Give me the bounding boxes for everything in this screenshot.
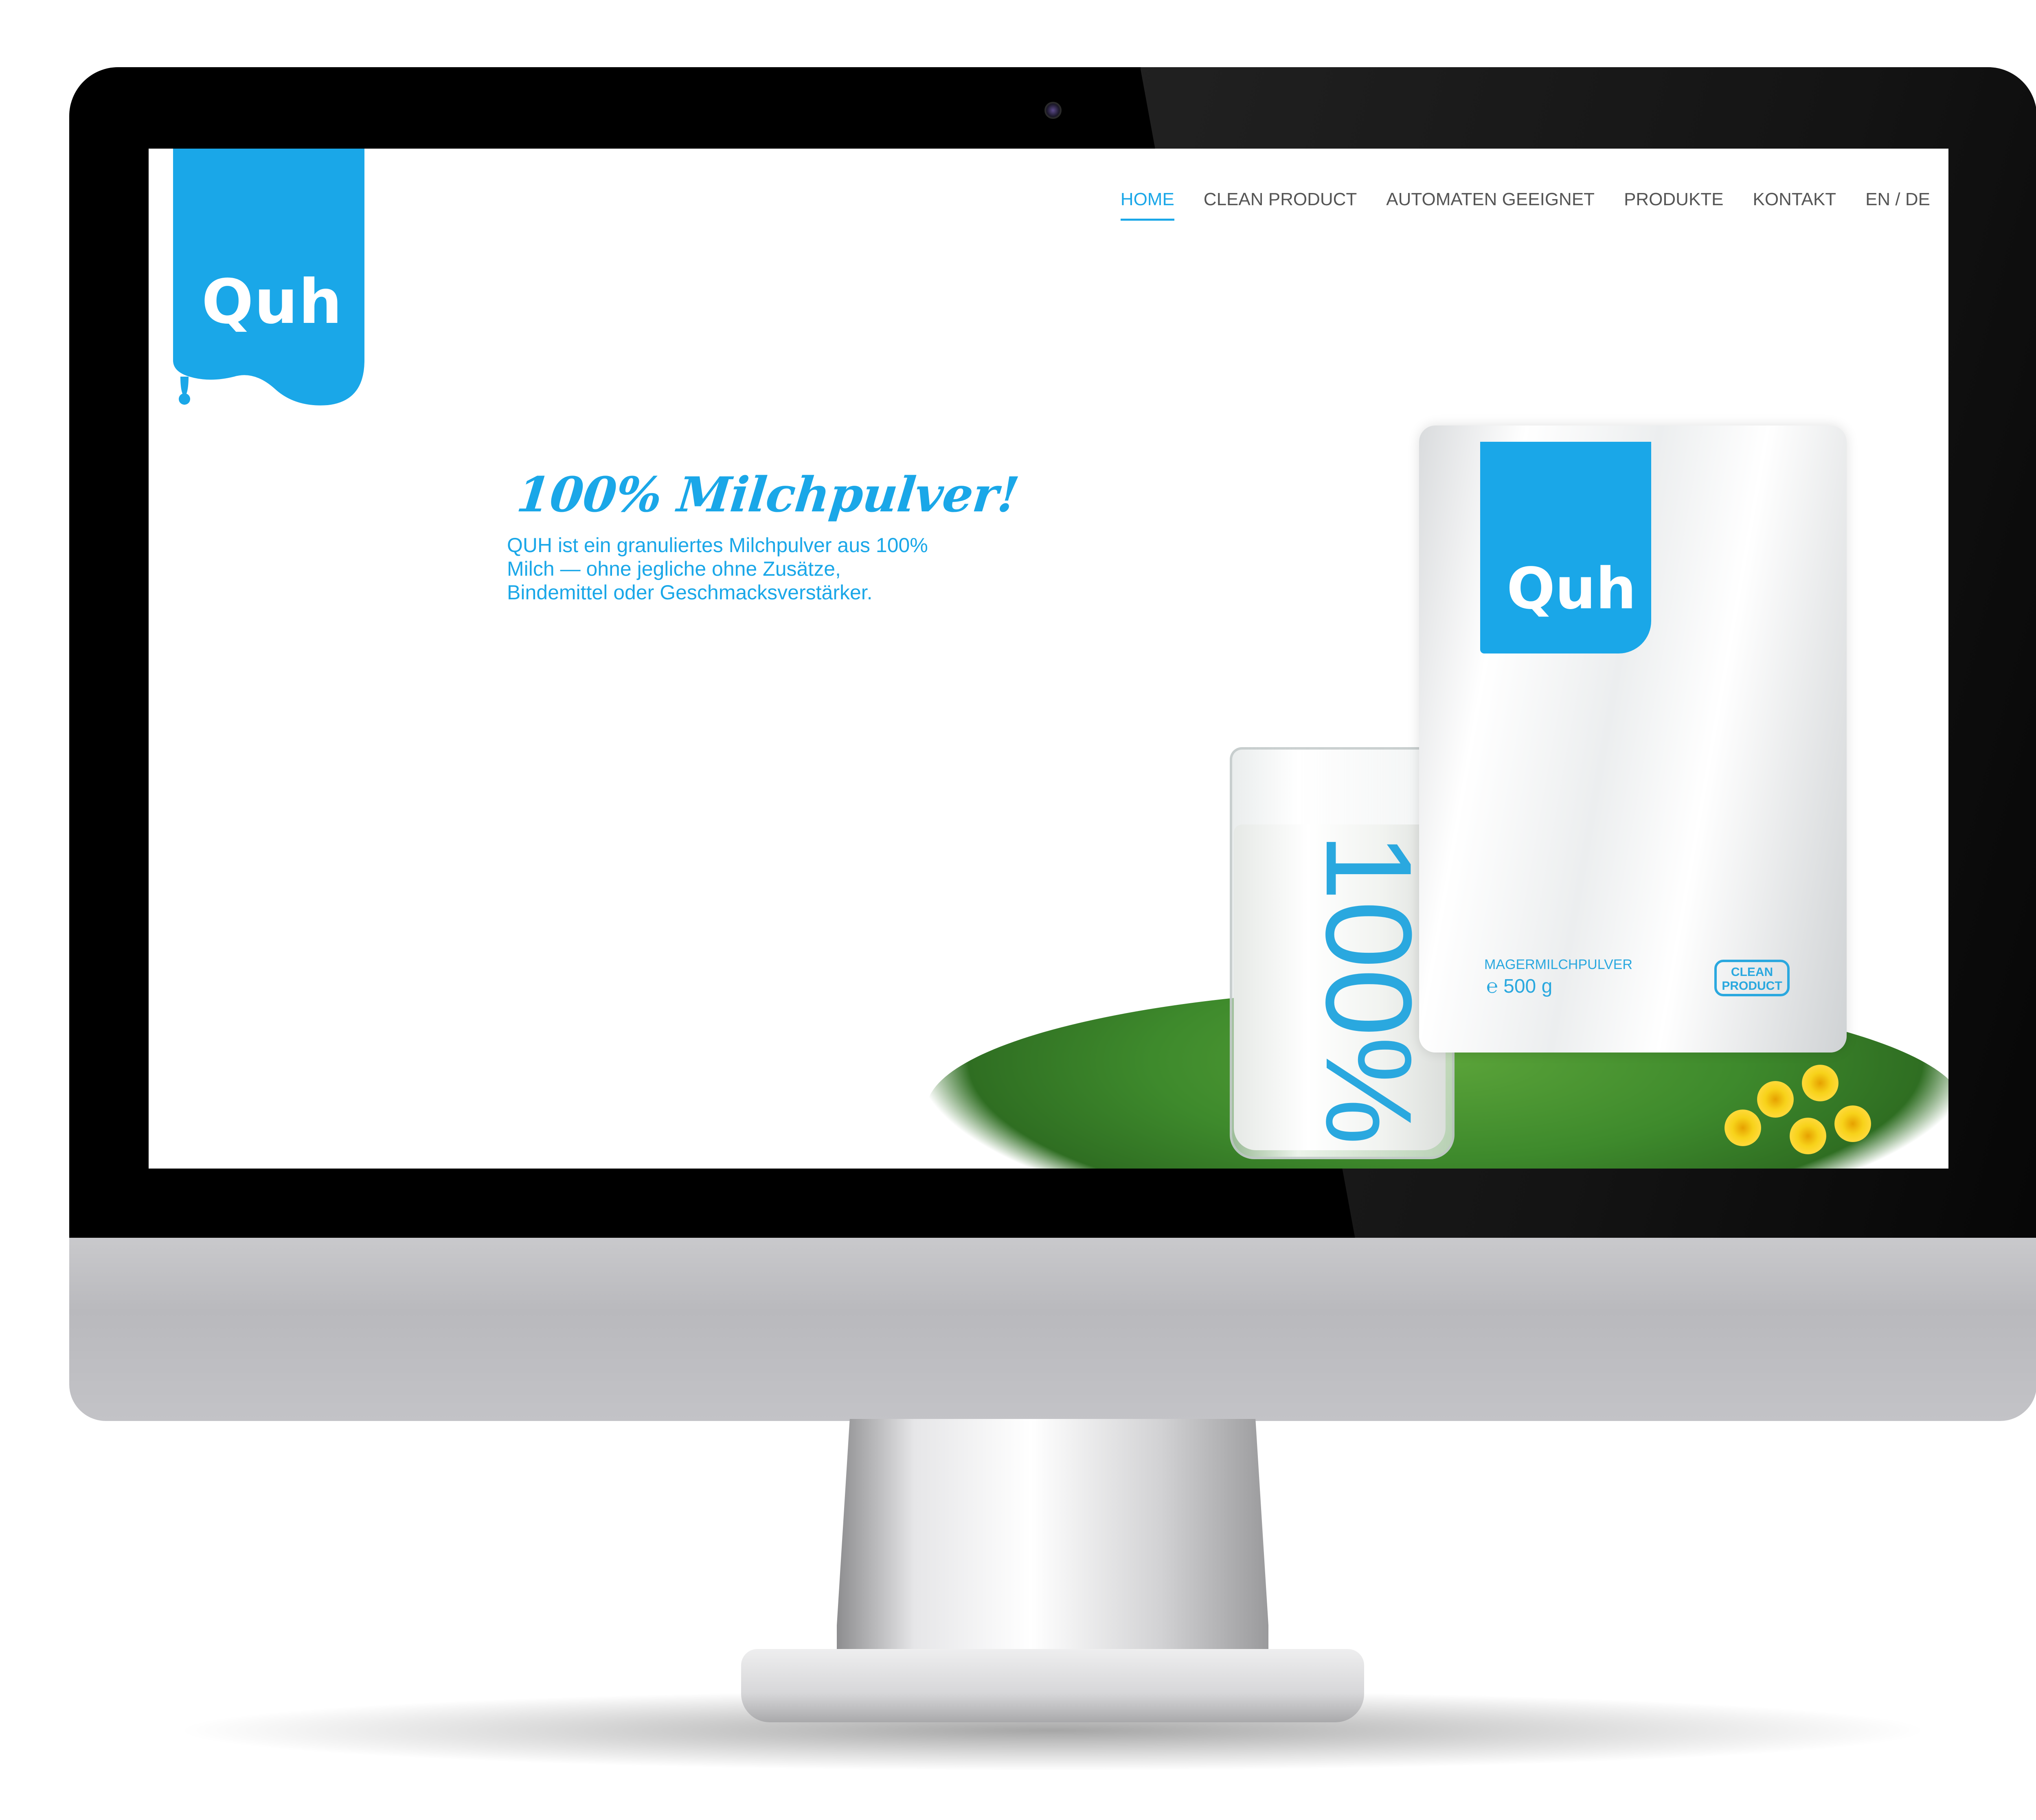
flower bbox=[1757, 1081, 1794, 1118]
product-scene-image: Quh 100% MAGERMILCHPULVER ℮ 500 g CLEAN … bbox=[910, 271, 1948, 1169]
nav-item-clean-product[interactable]: CLEAN PRODUCT bbox=[1204, 189, 1357, 221]
flower bbox=[1802, 1065, 1839, 1101]
bag-subtitle: MAGERMILCHPULVER bbox=[1484, 957, 1632, 972]
nav-item-produkte[interactable]: PRODUKTE bbox=[1624, 189, 1723, 221]
bag-percent: 100% bbox=[1301, 833, 1437, 1145]
website-screen: Quh HOME CLEAN PRODUCT AUTOMATEN GEEIGNE… bbox=[149, 149, 1948, 1169]
logo-text: Quh bbox=[202, 267, 343, 338]
logo[interactable]: Quh bbox=[173, 149, 364, 409]
monitor-stand-base bbox=[741, 1649, 1364, 1722]
bag-weight: ℮ 500 g bbox=[1486, 976, 1553, 997]
monitor-stand-neck bbox=[837, 1419, 1268, 1684]
nav-item-home[interactable]: HOME bbox=[1120, 189, 1174, 221]
clean-product-badge: CLEAN PRODUCT bbox=[1714, 960, 1790, 996]
nav-item-kontakt[interactable]: KONTAKT bbox=[1753, 189, 1836, 221]
main-nav: HOME CLEAN PRODUCT AUTOMATEN GEEIGNET PR… bbox=[1120, 189, 1930, 221]
flower bbox=[1790, 1118, 1826, 1154]
product-bag: Quh 100% MAGERMILCHPULVER ℮ 500 g CLEAN … bbox=[1301, 425, 1847, 1145]
hero-text: QUH ist ein granuliertes Milchpulver aus… bbox=[507, 534, 928, 604]
flower bbox=[1834, 1105, 1871, 1142]
bag-logo: Quh bbox=[1507, 556, 1637, 622]
nav-item-automaten-geeignet[interactable]: AUTOMATEN GEEIGNET bbox=[1386, 189, 1595, 221]
webcam-icon bbox=[1044, 102, 1062, 119]
language-switch[interactable]: EN / DE bbox=[1865, 189, 1930, 221]
monitor-chin bbox=[69, 1238, 2036, 1421]
flower bbox=[1724, 1110, 1761, 1146]
